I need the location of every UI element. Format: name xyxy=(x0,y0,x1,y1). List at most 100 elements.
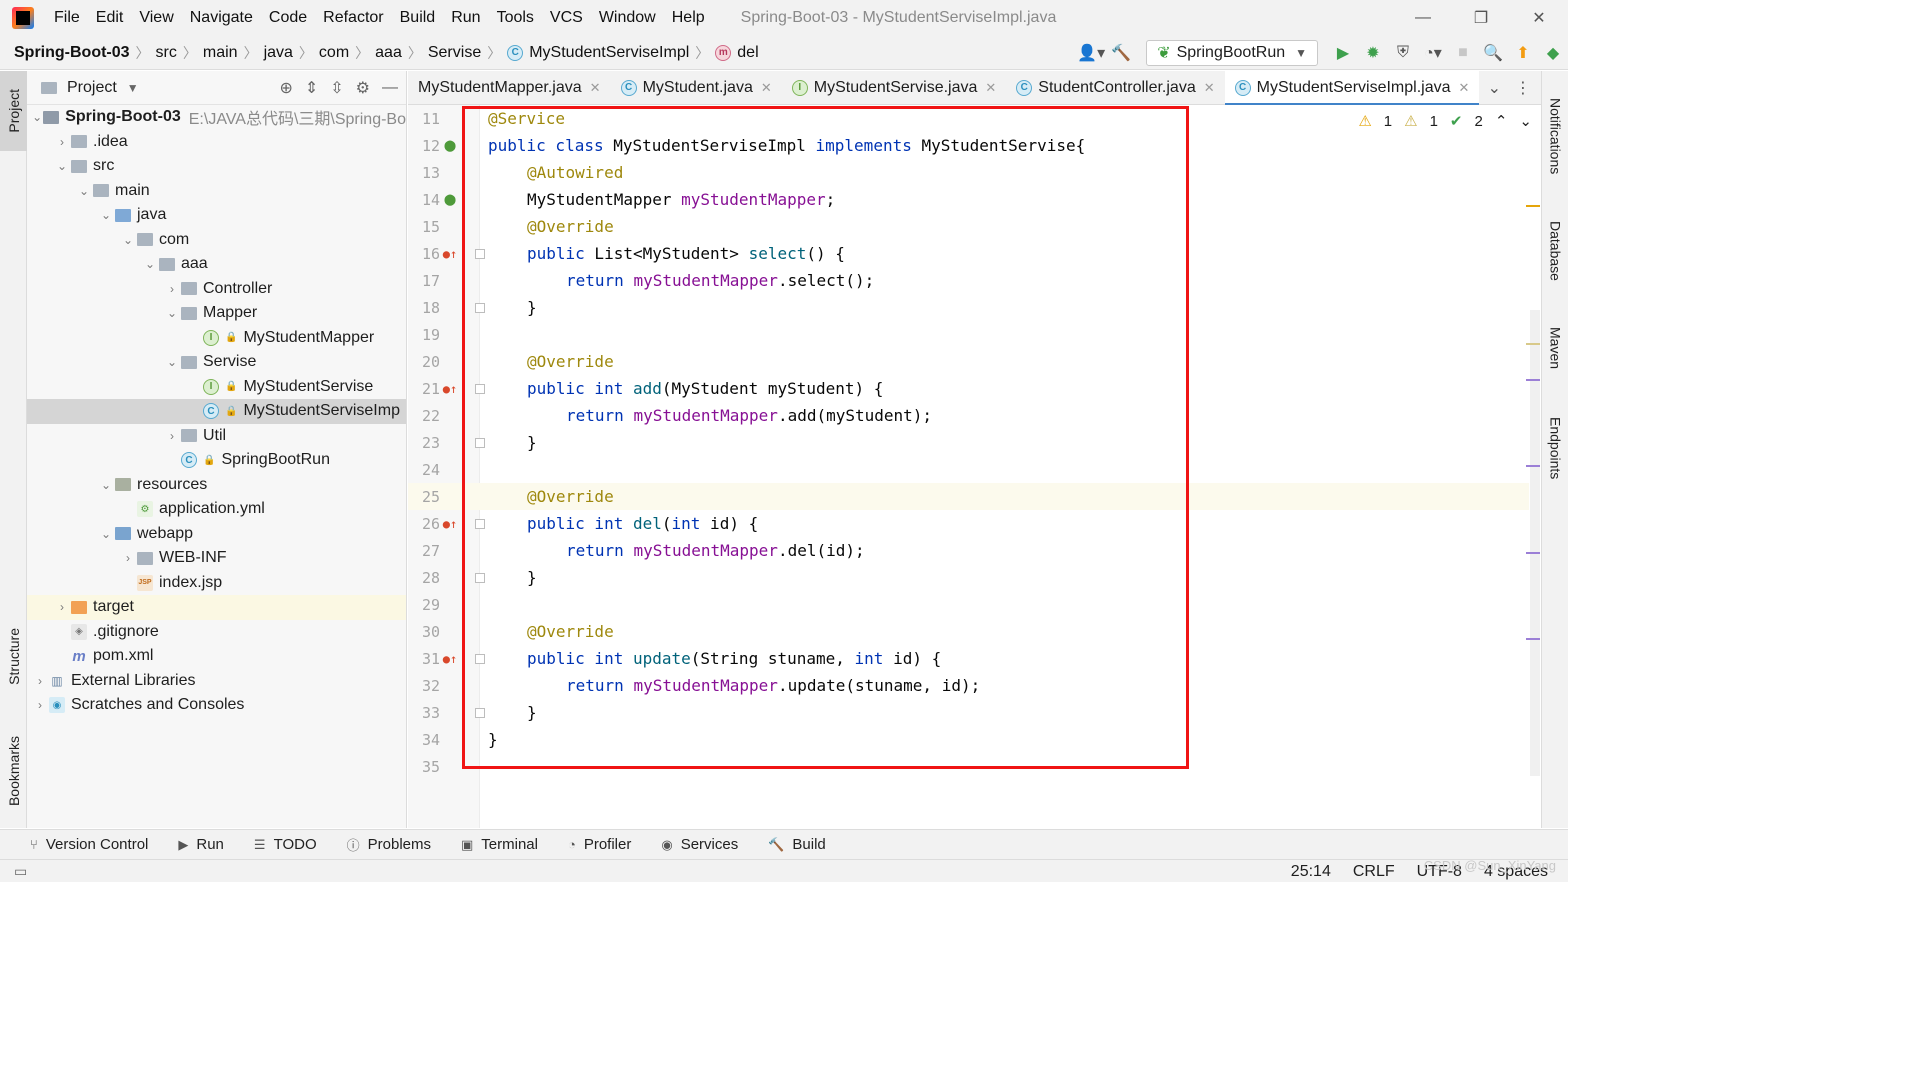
tree-node-root[interactable]: ⌄ Spring-Boot-03 E:\JAVA总代码\三期\Spring-Bo xyxy=(27,105,406,130)
structure-tool-tab[interactable]: Structure xyxy=(0,611,27,701)
todo-tool[interactable]: ☰ TODO xyxy=(254,836,317,853)
fold-icon[interactable] xyxy=(475,302,485,313)
tree-node-application-yml[interactable]: ⚙ application.yml xyxy=(27,497,406,522)
hide-icon[interactable]: — xyxy=(382,79,398,97)
tree-node-web-inf[interactable]: › WEB-INF xyxy=(27,546,406,571)
toggle-tool-windows-icon[interactable]: ▭ xyxy=(14,863,27,880)
services-tool[interactable]: ◉ Services xyxy=(661,836,738,853)
breadcrumb-main[interactable]: main xyxy=(203,44,238,62)
run-tool[interactable]: ▶ Run xyxy=(178,836,224,853)
chevron-down-icon[interactable]: ⌄ xyxy=(97,208,115,222)
tab-student-controller[interactable]: C StudentController.java ✕ xyxy=(1006,71,1224,105)
menu-help[interactable]: Help xyxy=(672,9,705,27)
breadcrumb-project[interactable]: Spring-Boot-03 xyxy=(14,44,130,62)
chevron-right-icon[interactable]: › xyxy=(163,429,181,443)
update-icon[interactable]: ⬆ xyxy=(1508,36,1538,70)
coverage-icon[interactable]: ⛨ xyxy=(1388,36,1418,70)
menu-file[interactable]: File xyxy=(54,9,80,27)
chevron-down-icon[interactable]: ⌄ xyxy=(163,355,181,369)
menu-navigate[interactable]: Navigate xyxy=(190,9,253,27)
tree-node-target[interactable]: › target xyxy=(27,595,406,620)
tab-my-student-servise-impl[interactable]: C MyStudentServiseImpl.java ✕ xyxy=(1224,70,1480,106)
tree-node-resources[interactable]: ⌄ resources xyxy=(27,473,406,498)
tree-node-my-student-mapper[interactable]: I 🔒 MyStudentMapper xyxy=(27,326,406,351)
chevron-down-icon[interactable]: ⌄ xyxy=(119,233,137,247)
fold-icon[interactable] xyxy=(475,518,485,529)
more-vertical-icon[interactable]: ⋮ xyxy=(1515,78,1531,98)
tree-node-scratches[interactable]: › ◉ Scratches and Consoles xyxy=(27,693,406,718)
menu-tools[interactable]: Tools xyxy=(497,9,534,27)
usage-marker[interactable] xyxy=(1526,379,1540,381)
chevron-down-icon[interactable]: ⌄ xyxy=(75,184,93,198)
tree-node-servise[interactable]: ⌄ Servise xyxy=(27,350,406,375)
database-tool-tab[interactable]: Database xyxy=(1542,211,1569,291)
tree-node-com[interactable]: ⌄ com xyxy=(27,228,406,253)
close-button[interactable]: ✕ xyxy=(1510,0,1568,36)
endpoints-tool-tab[interactable]: Endpoints xyxy=(1542,406,1569,491)
menu-refactor[interactable]: Refactor xyxy=(323,9,383,27)
tree-node-webapp[interactable]: ⌄ webapp xyxy=(27,522,406,547)
terminal-tool[interactable]: ▣ Terminal xyxy=(461,836,538,853)
menu-build[interactable]: Build xyxy=(400,9,436,27)
maven-tool-tab[interactable]: Maven xyxy=(1542,316,1569,381)
menu-code[interactable]: Code xyxy=(269,9,307,27)
menu-window[interactable]: Window xyxy=(599,9,656,27)
chevron-down-icon[interactable]: ⌄ xyxy=(97,478,115,492)
toolbox-icon[interactable]: ◆ xyxy=(1538,36,1568,70)
menu-run[interactable]: Run xyxy=(451,9,480,27)
tree-node-external-libraries[interactable]: › ▥ External Libraries xyxy=(27,669,406,694)
tree-node-controller[interactable]: › Controller xyxy=(27,277,406,302)
fold-icon[interactable] xyxy=(475,707,485,718)
bookmarks-tool-tab[interactable]: Bookmarks xyxy=(0,721,27,821)
close-icon[interactable]: ✕ xyxy=(761,80,772,96)
chevron-right-icon[interactable]: › xyxy=(119,551,137,565)
chevron-down-icon[interactable]: ⌄ xyxy=(1519,112,1532,130)
fold-icon[interactable] xyxy=(475,653,485,664)
line-separator[interactable]: CRLF xyxy=(1353,863,1395,881)
fold-icon[interactable] xyxy=(475,572,485,583)
stop-icon[interactable]: ■ xyxy=(1448,36,1478,70)
profile-icon[interactable]: ◔▾ xyxy=(1418,36,1448,70)
tree-node-java[interactable]: ⌄ java xyxy=(27,203,406,228)
project-panel-title[interactable]: Project xyxy=(67,79,117,97)
warning-marker[interactable] xyxy=(1526,205,1540,207)
notifications-tool-tab[interactable]: Notifications xyxy=(1542,81,1569,191)
breadcrumb-method[interactable]: m del xyxy=(715,44,759,62)
chevron-right-icon[interactable]: › xyxy=(53,135,71,149)
user-icon[interactable]: 👤▾ xyxy=(1076,36,1106,70)
fold-icon[interactable] xyxy=(475,437,485,448)
tree-node-util[interactable]: › Util xyxy=(27,424,406,449)
implements-method-icon[interactable]: ●↑ xyxy=(442,246,458,262)
breadcrumb-com[interactable]: com xyxy=(319,44,349,62)
tree-node-index-jsp[interactable]: JSP index.jsp xyxy=(27,571,406,596)
menu-vcs[interactable]: VCS xyxy=(550,9,583,27)
build-tool[interactable]: 🔨 Build xyxy=(768,836,826,853)
autowired-bean-icon[interactable]: ⬤ xyxy=(442,192,458,208)
restore-button[interactable]: ❐ xyxy=(1452,0,1510,36)
chevron-down-icon[interactable]: ⌄ xyxy=(31,110,43,124)
search-icon[interactable]: 🔍 xyxy=(1478,36,1508,70)
caret-position[interactable]: 25:14 xyxy=(1291,863,1331,881)
chevron-down-icon[interactable]: ⌄ xyxy=(97,527,115,541)
tree-node-spring-boot-run[interactable]: C 🔒 SpringBootRun xyxy=(27,448,406,473)
debug-icon[interactable]: ✹ xyxy=(1358,36,1388,70)
implements-method-icon[interactable]: ●↑ xyxy=(442,381,458,397)
expand-all-icon[interactable]: ⇕ xyxy=(305,78,318,98)
close-icon[interactable]: ✕ xyxy=(1459,80,1470,96)
chevron-right-icon[interactable]: › xyxy=(163,282,181,296)
gear-icon[interactable]: ⚙ xyxy=(356,78,370,98)
minimize-button[interactable]: — xyxy=(1394,0,1452,36)
usage-marker[interactable] xyxy=(1526,465,1540,467)
tab-my-student-servise[interactable]: I MyStudentServise.java ✕ xyxy=(782,71,1007,105)
breadcrumb-aaa[interactable]: aaa xyxy=(375,44,402,62)
close-icon[interactable]: ✕ xyxy=(590,80,601,96)
fold-icon[interactable] xyxy=(475,248,485,259)
project-tool-tab[interactable]: Project xyxy=(0,71,27,151)
tree-node-my-student-servise-impl[interactable]: C 🔒 MyStudentServiseImp xyxy=(27,399,406,424)
breadcrumb-class[interactable]: C MyStudentServiseImpl xyxy=(507,44,689,62)
weak-warning-marker[interactable] xyxy=(1526,343,1540,345)
tab-my-student-mapper[interactable]: I MyStudentMapper.java✕ xyxy=(408,71,611,105)
breadcrumb-servise[interactable]: Servise xyxy=(428,44,481,62)
tree-node-idea[interactable]: › .idea xyxy=(27,130,406,155)
version-control-tool[interactable]: ⑂ Version Control xyxy=(30,836,148,853)
